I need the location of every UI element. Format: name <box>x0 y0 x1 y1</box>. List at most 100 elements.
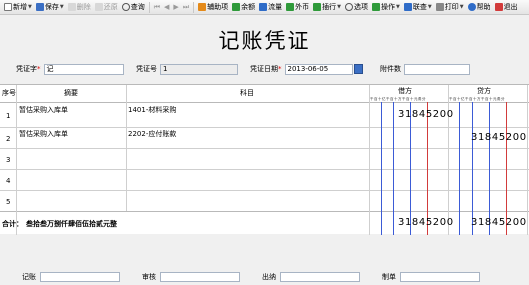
maker-group: 制单 <box>382 271 480 282</box>
cashier-label: 出纳 <box>262 272 276 281</box>
restore-button[interactable]: 还原 <box>93 1 120 14</box>
fx-button[interactable]: 外币 <box>284 1 311 14</box>
voucher-word-field[interactable]: 记 <box>43 63 124 75</box>
last-record-icon[interactable]: ⏭ <box>181 3 191 12</box>
total-in-words: 叁拾叁万捌仟肆佰伍拾贰元整 <box>26 220 117 228</box>
delete-label: 删除 <box>76 3 91 11</box>
toolbar-separator <box>193 1 195 13</box>
save-button[interactable]: 保存 ▼ <box>34 1 66 14</box>
new-label: 新增 <box>13 3 27 11</box>
aux-label: 辅助项 <box>207 3 229 11</box>
toolbar-separator <box>148 1 150 13</box>
calendar-icon[interactable] <box>353 64 363 74</box>
currency-icon <box>286 3 295 11</box>
link-label: 联查 <box>412 3 427 11</box>
row-subject[interactable]: 2202-应付账款 <box>128 129 176 139</box>
digit-separator-blue <box>459 102 460 235</box>
total-credit: 31845200 <box>471 217 527 228</box>
link-query-button[interactable]: 联查 ▼ <box>402 1 434 14</box>
grid-hline <box>0 148 529 149</box>
printer-icon <box>435 3 444 11</box>
new-doc-icon <box>4 3 12 11</box>
ops-label: 操作 <box>380 3 395 11</box>
first-record-icon[interactable]: ⏮ <box>152 3 162 12</box>
gear-icon <box>344 3 353 11</box>
digit-separator-blue <box>381 102 382 235</box>
voucher-date-group: 凭证日期* 2013-06-05 <box>250 63 363 75</box>
voucher-number-label: 凭证号 <box>136 65 157 73</box>
row-seq: 3 <box>6 156 11 164</box>
bookkeeper-field[interactable] <box>40 271 120 282</box>
attachments-field[interactable] <box>404 63 470 75</box>
aux-icon <box>198 3 207 11</box>
restore-label: 还原 <box>103 3 118 11</box>
insert-row-button[interactable]: 插行 ▼ <box>311 1 343 14</box>
row-credit[interactable]: 31845200 <box>471 132 527 143</box>
save-icon <box>35 3 44 11</box>
ops-button[interactable]: 操作 ▼ <box>370 1 402 14</box>
header-summary: 摘要 <box>64 89 78 97</box>
exit-icon <box>494 3 503 11</box>
aux-button[interactable]: 辅助项 <box>196 1 230 14</box>
help-label: 帮助 <box>476 3 491 11</box>
save-label: 保存 <box>44 3 59 11</box>
toolbar: 新增 ▼ 保存 ▼ 删除 还原 查询 ⏮ ◀ ▶ ⏭ 辅助项 余额 流量 外币 插行… <box>0 0 529 15</box>
grid-vline <box>448 85 449 235</box>
flow-button[interactable]: 流量 <box>257 1 284 14</box>
prev-record-icon[interactable]: ◀ <box>162 3 171 11</box>
search-icon <box>121 3 130 11</box>
chevron-down-icon: ▼ <box>337 4 341 10</box>
digit-separator-red <box>506 102 507 235</box>
balance-icon <box>232 3 241 11</box>
grid-vline <box>126 85 127 211</box>
delete-icon <box>67 3 76 11</box>
voucher-word-group: 凭证字* 记 <box>16 63 124 75</box>
header-seq: 序号 <box>2 89 16 97</box>
chevron-down-icon: ▼ <box>59 4 64 10</box>
reviewer-field[interactable] <box>160 271 240 282</box>
balance-button[interactable]: 余额 <box>230 1 257 14</box>
balance-label: 余额 <box>241 3 256 11</box>
reviewer-group: 审核 <box>142 271 240 282</box>
row-subject[interactable]: 1401-材料采购 <box>128 105 176 115</box>
voucher-number-group: 凭证号 1 <box>136 63 238 75</box>
debit-digit-header: 千百十亿千百十万千百十元角分 <box>370 97 426 101</box>
row-seq: 5 <box>6 198 11 206</box>
row-summary[interactable]: 暂估采购入库单 <box>19 129 68 139</box>
grid-vline <box>527 85 528 235</box>
page-title: 记账凭证 <box>218 29 311 53</box>
voucher-number-field[interactable]: 1 <box>160 63 238 75</box>
next-record-icon[interactable]: ▶ <box>171 3 180 11</box>
exit-button[interactable]: 退出 <box>493 1 520 14</box>
grid-hline <box>0 190 529 191</box>
grid-vline <box>369 85 370 235</box>
grid-vline <box>16 85 17 235</box>
chevron-down-icon: ▼ <box>28 4 32 10</box>
header-subject: 科目 <box>240 89 254 97</box>
options-button[interactable]: 选项 <box>343 1 370 14</box>
grid-hline <box>0 211 529 212</box>
help-button[interactable]: 帮助 <box>466 1 493 14</box>
row-summary[interactable]: 暂估采购入库单 <box>19 105 68 115</box>
digit-separator-blue <box>393 102 394 235</box>
row-seq: 1 <box>6 112 11 120</box>
row-debit[interactable]: 31845200 <box>398 109 454 120</box>
print-button[interactable]: 打印 ▼ <box>434 1 466 14</box>
voucher-date-label: 凭证日期* <box>250 65 282 73</box>
query-button[interactable]: 查询 <box>120 1 147 14</box>
bookkeeper-label: 记账 <box>22 272 36 281</box>
restore-icon <box>94 3 103 11</box>
chevron-down-icon: ▼ <box>427 4 432 10</box>
grid-hline <box>0 127 529 128</box>
insert-row-icon <box>313 3 322 11</box>
print-label: 打印 <box>444 3 459 11</box>
voucher-date-field[interactable]: 2013-06-05 <box>284 63 353 75</box>
link-icon <box>403 3 412 11</box>
cashier-field[interactable] <box>280 271 360 282</box>
maker-field[interactable] <box>400 271 480 282</box>
delete-button[interactable]: 删除 <box>66 1 93 14</box>
new-button[interactable]: 新增 ▼ <box>2 1 34 14</box>
credit-digit-header: 千百十亿千百十万千百十元角分 <box>449 97 505 101</box>
maker-label: 制单 <box>382 272 396 281</box>
cashier-group: 出纳 <box>262 271 360 282</box>
